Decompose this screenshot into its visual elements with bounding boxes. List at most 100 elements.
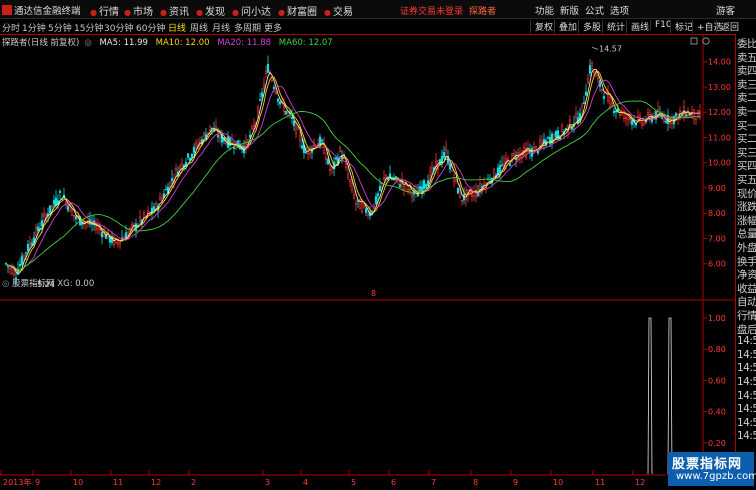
candle-body bbox=[158, 196, 162, 201]
month-label: 11 bbox=[113, 478, 123, 487]
candle-body bbox=[560, 125, 564, 133]
login-notice[interactable]: 证券交易未登录 探路者 bbox=[400, 4, 496, 17]
indicator-tick-label: 0.80 bbox=[708, 345, 726, 354]
user-name: 探路者 bbox=[469, 7, 497, 17]
price-tick-label: 6.00 bbox=[708, 260, 726, 269]
candle-body bbox=[646, 112, 650, 116]
candle-body bbox=[602, 96, 606, 99]
settings-icon[interactable] bbox=[702, 37, 710, 45]
candle-body bbox=[406, 189, 410, 192]
app-title: 通达信金融终端 bbox=[2, 3, 81, 17]
menu-dot-icon: ● bbox=[278, 8, 285, 17]
month-label: 4 bbox=[303, 478, 308, 487]
candle-body bbox=[74, 215, 78, 220]
candle-body bbox=[384, 174, 388, 179]
candle-body bbox=[376, 193, 380, 197]
chart-marker: 8 bbox=[371, 289, 376, 298]
candle-body bbox=[612, 110, 616, 113]
diejia-button[interactable]: 叠加 bbox=[554, 20, 577, 33]
tongji-button[interactable]: 统计 bbox=[602, 20, 625, 33]
candle-body bbox=[442, 152, 446, 158]
menu-wenxiaoda[interactable]: ● 问小达 bbox=[232, 3, 271, 18]
menu-shichang[interactable]: ● 市场 bbox=[124, 3, 153, 18]
candle-body bbox=[258, 99, 262, 101]
guest-label[interactable]: 游客 bbox=[716, 3, 735, 17]
duogu-button[interactable]: 多股 bbox=[578, 20, 601, 33]
candle-body bbox=[334, 157, 338, 160]
candle-body bbox=[276, 98, 280, 102]
biaoji-button[interactable]: 标记 bbox=[670, 20, 693, 33]
f10-button[interactable]: F10 bbox=[650, 20, 672, 30]
candle-body bbox=[590, 63, 594, 69]
candle-body bbox=[116, 241, 120, 245]
month-label: 6 bbox=[391, 478, 396, 487]
menu-xuanxiang[interactable]: 选项 bbox=[610, 3, 629, 17]
indicator-toggle-icon[interactable]: ◎ bbox=[2, 279, 12, 289]
period-multi[interactable]: 多周期 bbox=[234, 21, 261, 34]
menu-gongshi[interactable]: 公式 bbox=[585, 3, 604, 17]
menu-zixun[interactable]: ● 资讯 bbox=[160, 3, 189, 18]
candle-body bbox=[344, 162, 348, 169]
candle-body bbox=[452, 177, 456, 182]
menu-dot-icon: ● bbox=[124, 8, 131, 17]
candle-body bbox=[186, 153, 190, 158]
menu-jiaoyi[interactable]: ● 交易 bbox=[324, 3, 353, 18]
candle-body bbox=[292, 120, 296, 126]
period-1min[interactable]: 1分钟 bbox=[22, 21, 46, 34]
period-daily[interactable]: 日线 bbox=[168, 21, 186, 34]
candle-body bbox=[618, 114, 622, 116]
candle-body bbox=[36, 226, 40, 231]
menu-hangqing[interactable]: ● 行情 bbox=[90, 3, 119, 18]
period-30min[interactable]: 30分钟 bbox=[104, 21, 133, 34]
menu-dot-icon: ● bbox=[196, 8, 203, 17]
candle-body bbox=[10, 267, 14, 274]
menu-gongneng[interactable]: 功能 bbox=[535, 3, 554, 17]
candle-body bbox=[354, 202, 358, 205]
candle-body bbox=[296, 127, 300, 130]
fuquan-button[interactable]: 复权 bbox=[530, 20, 553, 33]
period-5min[interactable]: 5分钟 bbox=[48, 21, 72, 34]
indicator-tick-label: 0.20 bbox=[708, 439, 726, 448]
candle-body bbox=[40, 220, 44, 227]
period-monthly[interactable]: 月线 bbox=[212, 21, 230, 34]
month-label: 2 bbox=[191, 478, 196, 487]
menu-faxian[interactable]: ● 发现 bbox=[196, 3, 225, 18]
chart-canvas[interactable]: 14.00 13.00 12.00 11.00 10.00 9.00 8.00 7.00 6.0… bbox=[0, 34, 735, 476]
candle-body bbox=[600, 89, 604, 91]
candle-body bbox=[312, 144, 316, 147]
candle-body bbox=[300, 145, 304, 149]
candle-body bbox=[422, 180, 426, 190]
menu-caifuquan[interactable]: ● 财富圈 bbox=[278, 3, 317, 18]
indicator-panel: 1.00 0.80 0.60 0.40 0.20 bbox=[647, 314, 726, 475]
price-tick-label: 14.00 bbox=[708, 58, 731, 67]
month-label: 10 bbox=[73, 478, 83, 487]
candle-body bbox=[66, 205, 70, 211]
menu-xinban[interactable]: 新版 bbox=[560, 3, 579, 17]
maximize-icon[interactable] bbox=[690, 37, 698, 45]
candle-body bbox=[278, 101, 282, 105]
candle-body bbox=[284, 110, 288, 115]
period-weekly[interactable]: 周线 bbox=[190, 21, 208, 34]
candle-body bbox=[554, 130, 558, 138]
chart-annotations: 14.575.248 bbox=[29, 44, 622, 298]
period-toolbar: 分时 1分钟 5分钟 15分钟 30分钟 60分钟 日线 周线 月线 多周期 更… bbox=[0, 19, 756, 35]
back-button[interactable]: 返回 bbox=[716, 20, 739, 33]
quote-field: 14:5( bbox=[737, 416, 756, 429]
period-fenshi[interactable]: 分时 bbox=[2, 21, 20, 34]
candle-body bbox=[324, 157, 328, 161]
candle-body bbox=[364, 208, 368, 213]
candle-body bbox=[608, 97, 612, 108]
period-60min[interactable]: 60分钟 bbox=[136, 21, 165, 34]
period-more[interactable]: 更多 bbox=[264, 21, 282, 34]
quote-field: 14:5( bbox=[737, 362, 756, 375]
candle-body bbox=[674, 113, 678, 117]
candle-body bbox=[26, 243, 30, 252]
candle-body bbox=[48, 205, 52, 213]
candle-body bbox=[174, 168, 178, 171]
candle-body bbox=[232, 147, 236, 149]
candle-body bbox=[298, 134, 302, 141]
candle-body bbox=[424, 184, 428, 188]
period-15min[interactable]: 15分钟 bbox=[74, 21, 103, 34]
huaxian-button[interactable]: 画线 bbox=[626, 20, 649, 33]
month-label: 3 bbox=[265, 478, 270, 487]
